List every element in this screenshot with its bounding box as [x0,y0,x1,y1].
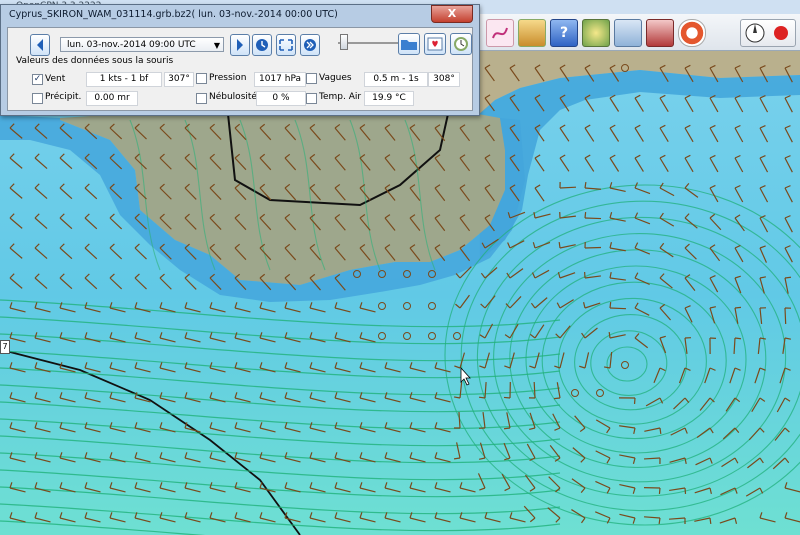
ais-icon[interactable] [646,19,674,47]
vent-speed-value: 1 kts - 1 bf [86,72,162,87]
nebulosite-checkbox[interactable] [196,93,207,104]
temp-air-value: 19.9 °C [364,91,414,106]
pression-value: 1017 hPa [254,72,306,87]
prev-button[interactable] [30,34,50,56]
date-select-value: lun. 03-nov.-2014 09:00 UTC [67,40,196,50]
data-group-title: Valeurs des données sous la souris [16,56,174,66]
play-button[interactable] [300,34,320,56]
temp-air-checkbox[interactable] [306,93,317,104]
vent-label: Vent [45,74,66,84]
time-slider-thumb[interactable] [340,34,348,50]
nebulosite-value: 0 % [256,91,306,106]
vagues-dir-value: 308° [428,72,460,87]
boat-icon[interactable] [614,19,642,47]
main-toolbar: ? [478,14,800,51]
precip-value: 0.00 mr [86,91,138,106]
zoom-fit-button[interactable] [276,34,296,56]
vent-checkbox[interactable]: ✓ [32,74,43,85]
vagues-value: 0.5 m - 1s [364,72,428,87]
chart-folder-icon[interactable] [518,19,546,47]
dialog-body: lun. 03-nov.-2014 09:00 UTC ▼ Valeurs de… [7,27,473,111]
temp-air-label: Temp. Air [319,92,362,102]
vagues-checkbox[interactable] [306,73,317,84]
compass-icon[interactable] [740,19,796,47]
open-file-button[interactable] [398,33,420,55]
settings-button[interactable] [424,33,446,55]
dialog-close-button[interactable]: X [431,5,473,23]
nebulosite-label: Nébulosité [209,92,257,102]
route-tool-icon[interactable] [486,19,514,47]
pression-label: Pression [209,73,247,83]
request-button[interactable] [450,33,472,55]
dialog-title: Cyprus_SKIRON_WAM_031114.grb.bz2( lun. 0… [9,9,338,20]
now-button[interactable] [252,34,272,56]
grib-dialog: Cyprus_SKIRON_WAM_031114.grb.bz2( lun. 0… [0,4,480,116]
lifebuoy-icon[interactable] [678,19,706,47]
chevron-down-icon: ▼ [213,41,220,50]
left-marker: 7 [0,340,10,354]
vagues-label: Vagues [319,73,352,83]
pression-checkbox[interactable] [196,73,207,84]
precip-checkbox[interactable] [32,93,43,104]
precip-label: Précipit. [45,92,82,102]
help-icon[interactable]: ? [550,19,578,47]
vent-dir-value: 307° [164,72,194,87]
settings-icon[interactable] [582,19,610,47]
date-select[interactable]: lun. 03-nov.-2014 09:00 UTC ▼ [60,37,224,52]
next-button[interactable] [230,34,250,56]
